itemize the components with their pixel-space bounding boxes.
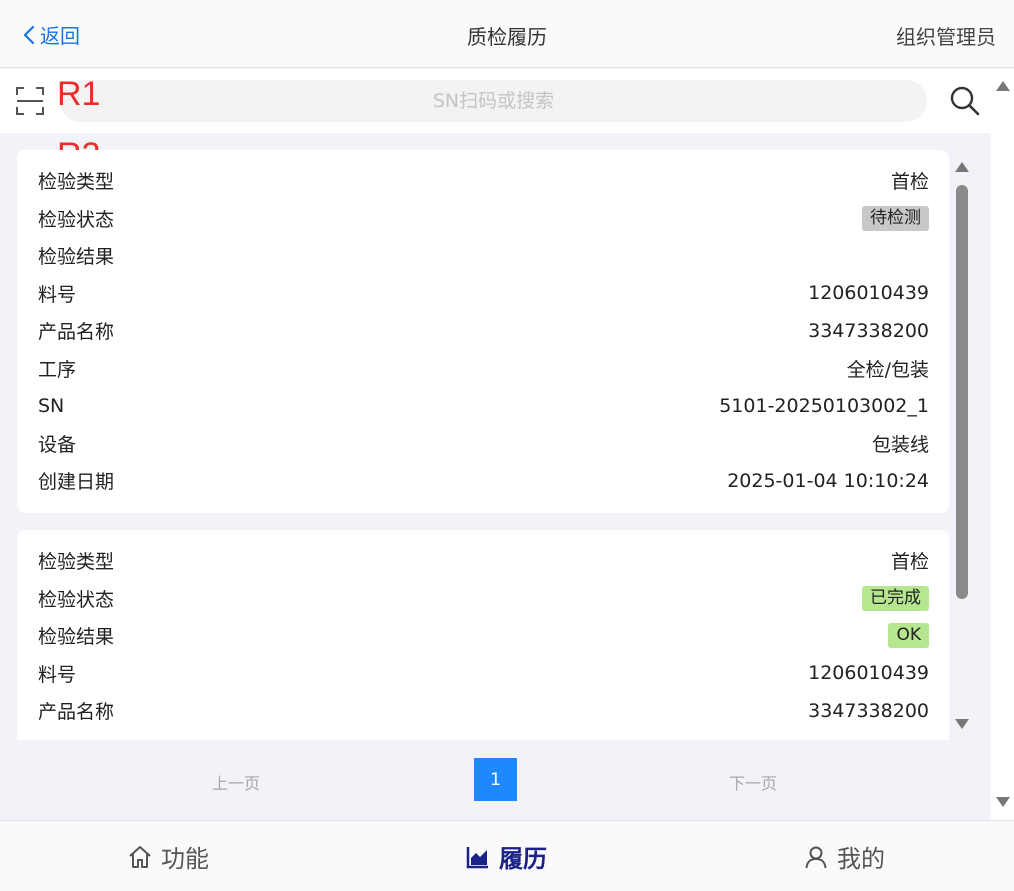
scroll-up-arrow-icon[interactable] — [996, 81, 1010, 91]
detail-row: 检验结果 OK — [38, 617, 929, 655]
pagination: 上一页 1 下一页 — [0, 740, 991, 820]
status-badge: 待检测 — [862, 205, 929, 231]
detail-row: 检验类型 首检 — [38, 542, 929, 580]
list-scrollbar[interactable] — [952, 153, 972, 740]
detail-row: 检验结果 — [38, 237, 929, 275]
row-label: 工序 — [38, 358, 77, 381]
row-label: 检验结果 — [38, 626, 115, 649]
row-label: 创建日期 — [38, 471, 115, 494]
status-badge: 已完成 — [862, 585, 929, 611]
detail-row: 检验类型 首检 — [38, 162, 929, 200]
row-value: 3347338200 — [808, 319, 929, 342]
page-number-button[interactable]: 1 — [474, 758, 517, 801]
row-value: 5101-20250103002_1 — [719, 394, 929, 417]
detail-row: 设备 包装线 — [38, 425, 929, 463]
row-label: 产品名称 — [38, 321, 115, 344]
row-label: 产品名称 — [38, 701, 115, 724]
row-label: 设备 — [38, 433, 77, 456]
tab-label: 我的 — [837, 845, 885, 873]
detail-row: 料号 1206010439 — [38, 655, 929, 693]
row-label: 检验状态 — [38, 588, 115, 611]
tab-label: 履历 — [499, 845, 547, 873]
row-label: SN — [38, 394, 65, 417]
row-value: 1206010439 — [808, 282, 929, 305]
search-bar — [0, 69, 991, 133]
app-header: 返回 质检履历 组织管理员 — [0, 0, 1014, 68]
tab-profile[interactable]: 我的 — [803, 839, 885, 874]
row-label: 检验结果 — [38, 246, 115, 269]
chart-icon — [466, 846, 488, 868]
tab-features[interactable]: 功能 — [127, 839, 209, 874]
record-list[interactable]: 检验类型 首检 检验状态 待检测 检验结果 料号 1206010439 产品名称 3347338… — [0, 133, 991, 740]
row-value: 首检 — [890, 551, 929, 574]
row-value: 全检/包装 — [846, 358, 929, 381]
user-role[interactable]: 组织管理员 — [896, 21, 996, 50]
page-title: 质检履历 — [467, 25, 547, 49]
tab-label: 功能 — [161, 845, 209, 873]
detail-row: 检验状态 已完成 — [38, 580, 929, 618]
detail-row: 工序 全检/包装 — [38, 350, 929, 388]
record-card[interactable]: 检验类型 首检检验状态 已完成检验结果 OK 料号 1206010439 产品名称 33473… — [17, 530, 949, 740]
bottom-tab-bar: 功能 履历 我的 — [0, 820, 1014, 891]
detail-row: 创建日期 2025-01-04 10:10:24 — [38, 462, 929, 500]
row-label: 检验类型 — [38, 171, 115, 194]
scroll-down-arrow-icon[interactable] — [955, 719, 969, 729]
tab-history[interactable]: 履历 — [465, 839, 547, 874]
user-icon — [805, 846, 827, 868]
detail-row: 检验状态 待检测 — [38, 200, 929, 238]
annotation-r1: R1 — [57, 75, 101, 113]
scrollbar-thumb[interactable] — [956, 185, 968, 599]
home-icon — [129, 845, 151, 868]
row-label: 料号 — [38, 283, 77, 306]
record-card[interactable]: 检验类型 首检检验状态 待检测检验结果料号 1206010439 产品名称 3347338… — [17, 150, 949, 513]
row-value: 包装线 — [871, 433, 929, 456]
status-badge: OK — [888, 623, 929, 649]
scan-icon[interactable] — [14, 85, 46, 117]
row-label: 检验类型 — [38, 551, 115, 574]
row-label: 料号 — [38, 663, 77, 686]
row-value: 1206010439 — [808, 662, 929, 685]
detail-row: 料号 1206010439 — [38, 275, 929, 313]
next-page-button[interactable]: 下一页 — [729, 770, 777, 794]
chevron-left-icon — [23, 25, 35, 44]
page-scrollbar[interactable] — [991, 69, 1014, 820]
search-input[interactable] — [60, 80, 927, 122]
row-label: 检验状态 — [38, 208, 115, 231]
row-value: 2025-01-04 10:10:24 — [727, 469, 929, 492]
scroll-down-arrow-icon[interactable] — [996, 797, 1010, 807]
back-button[interactable]: 返回 — [22, 20, 80, 49]
prev-page-button[interactable]: 上一页 — [212, 770, 260, 794]
search-icon[interactable] — [949, 85, 981, 117]
row-value: 首检 — [890, 171, 929, 194]
detail-row: 产品名称 3347338200 — [38, 312, 929, 350]
detail-row: SN 5101-20250103002_1 — [38, 387, 929, 425]
detail-row: 产品名称 3347338200 — [38, 692, 929, 730]
back-label: 返回 — [40, 24, 80, 48]
scroll-up-arrow-icon[interactable] — [955, 162, 969, 172]
row-value: 3347338200 — [808, 699, 929, 722]
